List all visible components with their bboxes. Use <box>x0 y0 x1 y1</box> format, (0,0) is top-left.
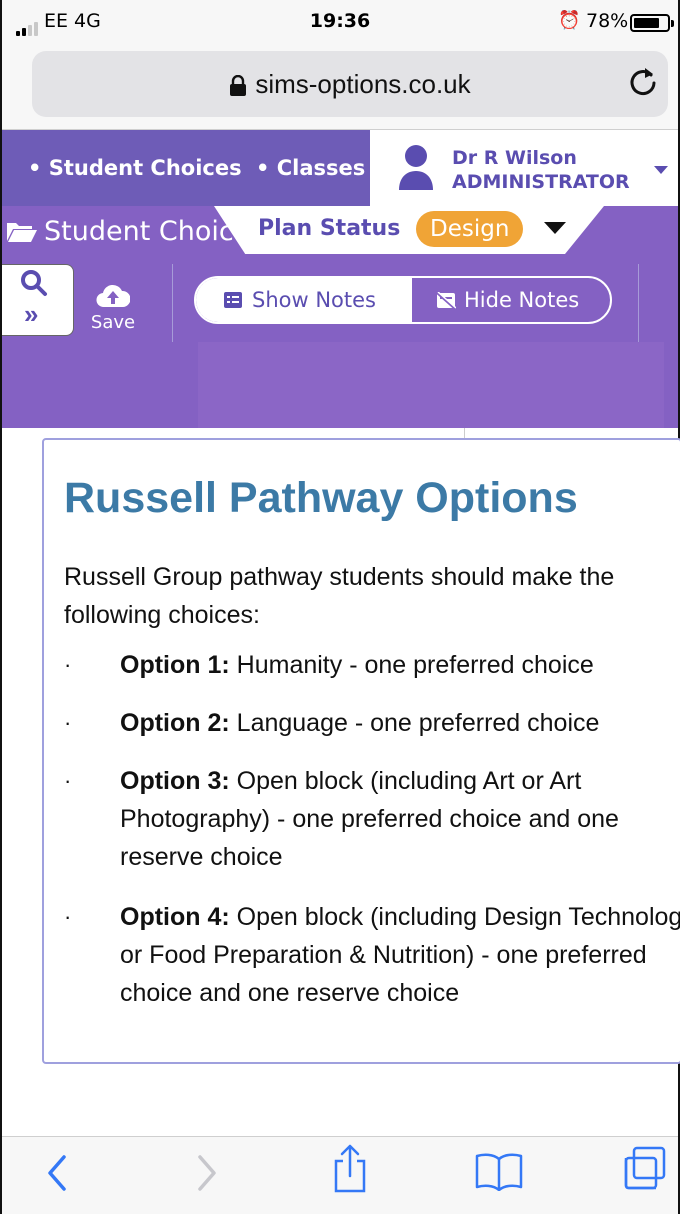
breadcrumb-label: Student Choices <box>44 216 234 247</box>
user-name: Dr R Wilson <box>452 147 577 169</box>
nav-student-choices[interactable]: • Student Choices <box>28 156 242 180</box>
breadcrumb: Student Choices <box>6 216 234 247</box>
divider <box>638 264 639 342</box>
option-text: Humanity - one preferred choice <box>229 651 594 679</box>
notes-hidden-icon <box>436 292 456 310</box>
option-label: Option 1: <box>120 651 230 679</box>
back-icon[interactable] <box>44 1151 70 1195</box>
status-bar: EE 4G 19:36 ⏰ 78% <box>2 0 678 44</box>
option-label: Option 2: <box>120 709 230 737</box>
search-panel-toggle[interactable]: » <box>2 264 74 336</box>
page-toolbar: Student Choices Plan Status Design » Sav… <box>2 206 678 428</box>
browser-chrome: sims-options.co.uk <box>2 44 678 130</box>
user-avatar-icon <box>399 145 433 190</box>
notes-toggle: Show Notes Hide Notes <box>194 276 612 324</box>
browser-toolbar <box>2 1136 678 1214</box>
pathway-info-card: Russell Pathway Options Russell Group pa… <box>42 438 680 1064</box>
card-title: Russell Pathway Options <box>64 474 578 522</box>
bullet: · <box>64 710 72 735</box>
divider <box>172 264 173 342</box>
battery-percent: 78% <box>586 10 629 32</box>
save-button[interactable]: Save <box>84 272 142 342</box>
cloud-upload-icon <box>96 284 130 308</box>
alarm-icon: ⏰ <box>558 10 581 31</box>
battery-icon <box>630 14 674 32</box>
plan-status-label: Plan Status <box>258 216 401 241</box>
tabs-icon[interactable] <box>622 1145 668 1191</box>
hide-notes-label: Hide Notes <box>464 288 580 312</box>
option-label: Option 3: <box>120 767 230 795</box>
caret-down-icon[interactable] <box>544 222 566 234</box>
reload-icon[interactable] <box>628 65 658 105</box>
nav-classes[interactable]: • Classes <box>256 156 365 180</box>
card-intro: Russell Group pathway students should ma… <box>64 563 615 629</box>
address-bar[interactable]: sims-options.co.uk <box>32 51 668 117</box>
bookmarks-icon[interactable] <box>474 1151 524 1191</box>
share-icon[interactable] <box>332 1143 368 1193</box>
address-text: sims-options.co.uk <box>255 69 471 99</box>
chevrons-right-icon: » <box>24 299 39 329</box>
status-badge: Design <box>416 211 524 247</box>
main-content: Russell Pathway Options Russell Group pa… <box>2 428 680 1198</box>
lock-icon <box>230 75 247 97</box>
search-icon <box>21 270 47 296</box>
option-text: Language - one preferred choice <box>229 709 600 737</box>
bullet: · <box>64 768 72 793</box>
app-header: • Student Choices • Classes Dr R Wilson … <box>2 130 678 206</box>
bullet: · <box>64 904 72 929</box>
filter-panel <box>198 342 664 428</box>
show-notes-button[interactable]: Show Notes <box>196 278 412 322</box>
main-nav: • Student Choices • Classes <box>2 130 370 206</box>
hide-notes-button[interactable]: Hide Notes <box>412 278 610 322</box>
notes-icon <box>224 292 242 308</box>
option-label: Option 4: <box>120 903 230 931</box>
folder-open-icon <box>7 223 37 242</box>
chevron-down-icon[interactable] <box>654 166 668 174</box>
forward-icon[interactable] <box>194 1151 220 1195</box>
user-identity: Dr R Wilson ADMINISTRATOR <box>452 146 630 194</box>
user-menu[interactable]: Dr R Wilson ADMINISTRATOR <box>370 130 678 206</box>
plan-status-dropdown[interactable]: Plan Status Design <box>214 206 604 254</box>
save-label: Save <box>90 312 136 333</box>
address-text-wrapper: sims-options.co.uk <box>32 69 668 100</box>
show-notes-label: Show Notes <box>252 288 376 312</box>
user-role: ADMINISTRATOR <box>452 171 630 193</box>
bullet: · <box>64 652 72 677</box>
divider <box>464 428 465 438</box>
